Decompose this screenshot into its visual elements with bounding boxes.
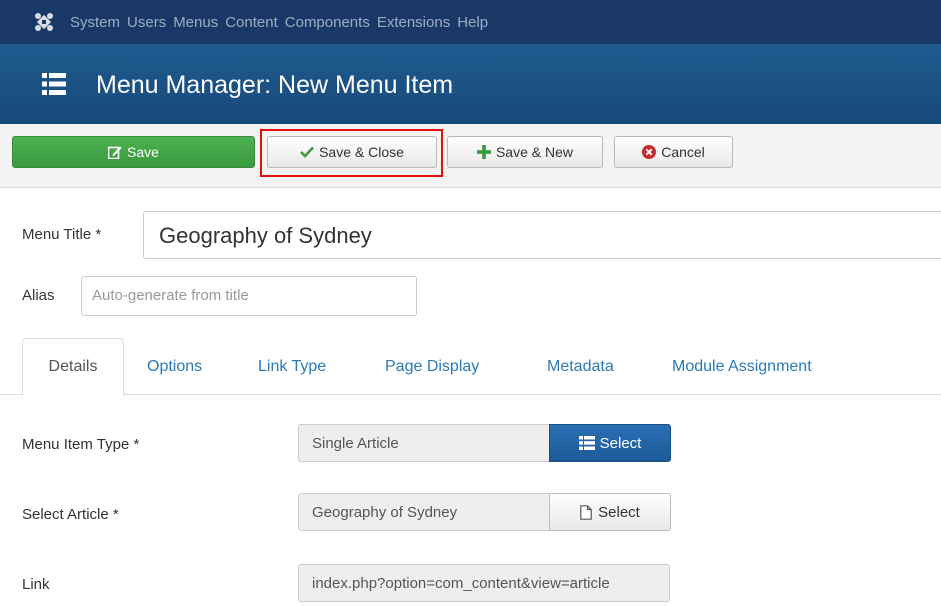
tab-page-display[interactable]: Page Display <box>385 338 479 396</box>
list-icon <box>42 72 66 96</box>
menu-content[interactable]: Content <box>225 14 278 31</box>
tab-metadata[interactable]: Metadata <box>547 338 614 396</box>
link-field: index.php?option=com_content&view=articl… <box>298 564 670 602</box>
check-icon <box>300 146 315 158</box>
tab-options[interactable]: Options <box>147 338 202 396</box>
alias-input[interactable]: Auto-generate from title <box>81 276 417 316</box>
menu-item-type-label: Menu Item Type * <box>22 436 140 453</box>
cancel-label: Cancel <box>661 144 705 160</box>
top-menu: System Users Menus Content Components Ex… <box>70 14 495 31</box>
file-icon <box>580 504 592 520</box>
menu-system[interactable]: System <box>70 14 120 31</box>
top-navbar: System Users Menus Content Components Ex… <box>0 0 941 44</box>
cancel-icon <box>642 145 657 159</box>
page-header: Menu Manager: New Menu Item <box>0 44 941 124</box>
menu-item-type-select-button[interactable]: Select <box>549 424 671 462</box>
menu-menus[interactable]: Menus <box>173 14 218 31</box>
menu-title-label: Menu Title * <box>22 226 102 243</box>
menu-item-type-select-label: Select <box>599 434 642 452</box>
tab-module-assignment[interactable]: Module Assignment <box>672 338 812 396</box>
select-article-button[interactable]: Select <box>549 493 671 531</box>
save-close-button[interactable]: Save & Close <box>267 136 437 168</box>
menu-components[interactable]: Components <box>285 14 370 31</box>
menu-users[interactable]: Users <box>127 14 166 31</box>
menu-title-input[interactable]: Geography of Sydney <box>143 211 941 259</box>
alias-label: Alias <box>22 287 55 304</box>
plus-icon <box>476 145 491 159</box>
joomla-logo-icon[interactable] <box>30 8 58 36</box>
menu-item-type-field: Single Article <box>298 424 550 462</box>
list-icon <box>578 436 595 450</box>
select-article-button-label: Select <box>598 503 640 521</box>
save-new-label: Save & New <box>495 144 574 160</box>
tab-bar: Details Options Link Type Page Display M… <box>0 338 941 396</box>
save-close-label: Save & Close <box>319 144 404 160</box>
select-article-label: Select Article * <box>22 506 119 523</box>
link-label: Link <box>22 576 50 593</box>
toolbar: Save Save & Close Save & New Cancel <box>0 124 941 188</box>
page-title: Menu Manager: New Menu Item <box>96 70 454 99</box>
save-new-button[interactable]: Save & New <box>447 136 603 168</box>
edit-icon <box>108 145 122 159</box>
save-button[interactable]: Save <box>12 136 255 168</box>
select-article-field: Geography of Sydney <box>298 493 550 531</box>
menu-extensions[interactable]: Extensions <box>377 14 450 31</box>
tab-details[interactable]: Details <box>22 338 124 396</box>
menu-help[interactable]: Help <box>457 14 488 31</box>
tab-link-type[interactable]: Link Type <box>258 338 326 396</box>
save-label: Save <box>127 144 159 160</box>
cancel-button[interactable]: Cancel <box>614 136 733 168</box>
